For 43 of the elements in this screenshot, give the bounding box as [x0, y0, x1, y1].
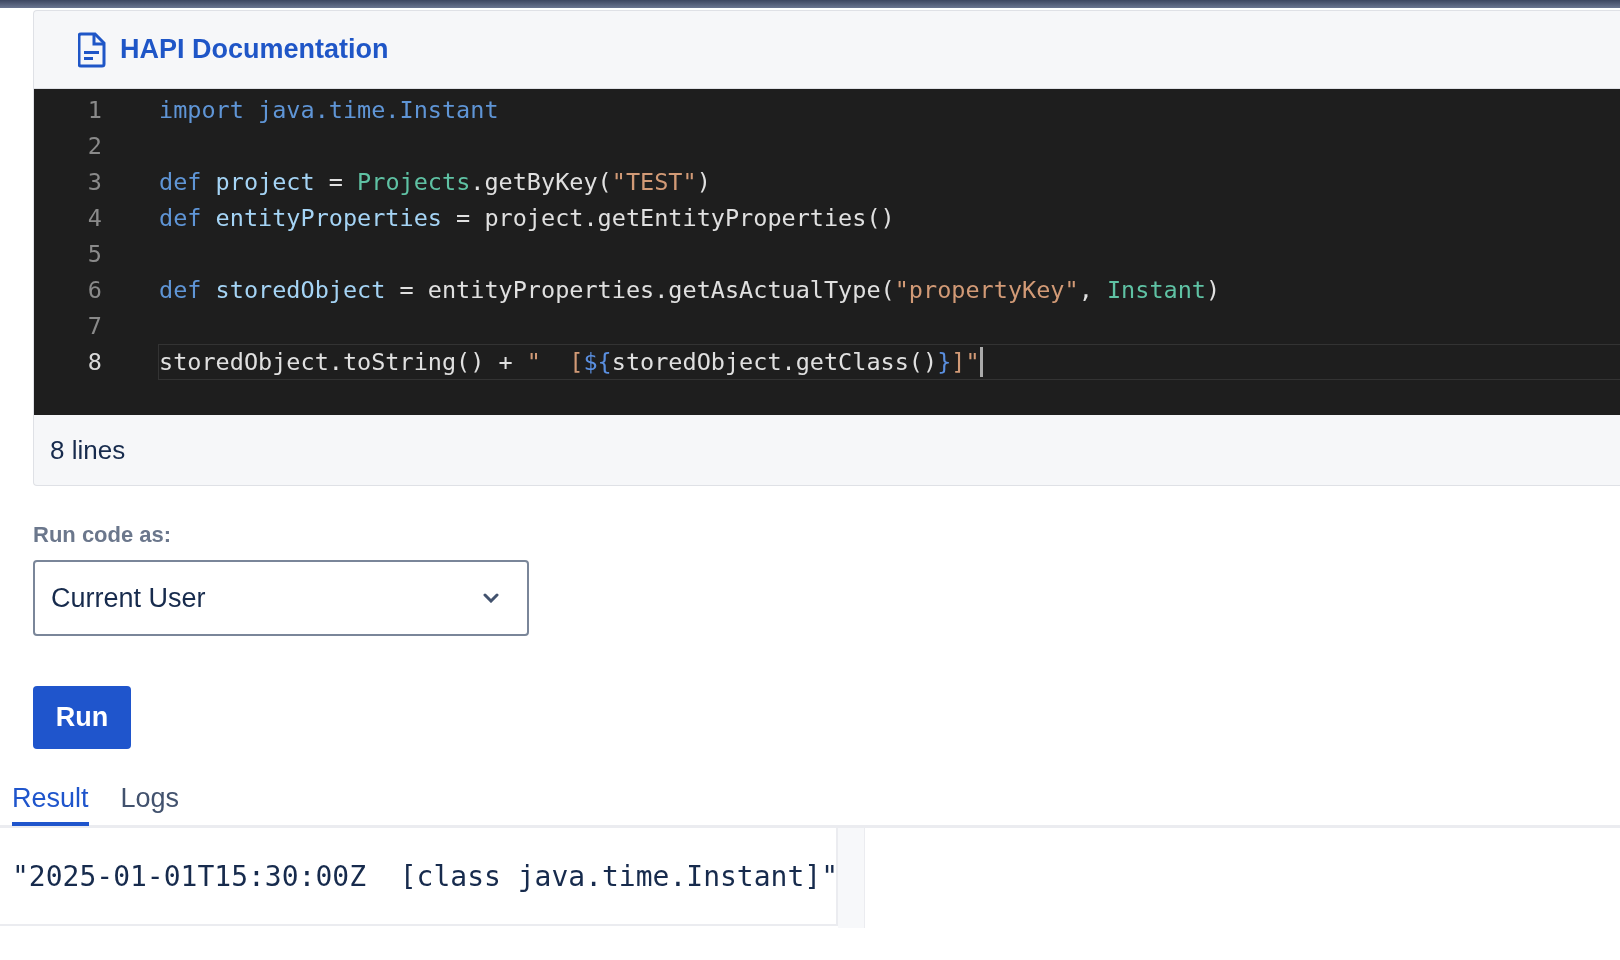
- line-count: 8 lines: [50, 434, 126, 466]
- code-token: Instant: [1106, 276, 1206, 304]
- code-token: = entityProperties.getAsActualType(: [398, 276, 895, 304]
- code-token: =: [327, 168, 344, 196]
- run-as-label: Run code as:: [33, 522, 173, 548]
- code-token: "TEST": [611, 168, 697, 196]
- result-output: "2025-01-01T15:30:00Z [class java.time.Instant]": [0, 828, 838, 926]
- code-token: storedObject.toString() +: [159, 348, 514, 376]
- text-cursor: [979, 347, 983, 377]
- code-token: }: [937, 348, 952, 376]
- code-token: entityProperties: [215, 204, 442, 232]
- code-token: = project.getEntityProperties(): [455, 204, 895, 232]
- chevron-down-icon: [483, 593, 499, 603]
- line-number: 7: [86, 312, 102, 340]
- code-token: storedObject: [215, 276, 386, 304]
- code-token: def: [159, 276, 203, 304]
- code-token: ): [696, 168, 711, 196]
- line-number: 8: [86, 348, 102, 376]
- code-token: " [: [526, 348, 584, 376]
- line-number: 1: [86, 96, 102, 124]
- run-button[interactable]: Run: [33, 686, 131, 749]
- code-token: project: [215, 168, 315, 196]
- line-number: 6: [86, 276, 102, 304]
- code-area[interactable]: [34, 89, 1620, 415]
- line-number: 3: [86, 168, 102, 196]
- code-token: ]": [951, 348, 980, 376]
- code-token: "propertyKey": [894, 276, 1079, 304]
- line-number: 5: [86, 240, 102, 268]
- line-number: 2: [86, 132, 102, 160]
- code-token: storedObject.getClass(): [611, 348, 938, 376]
- line-number: 4: [86, 204, 102, 232]
- code-token: Projects: [357, 168, 471, 196]
- run-as-dropdown[interactable]: Current User: [33, 560, 529, 636]
- code-token: ,: [1078, 276, 1094, 304]
- code-token: def: [159, 168, 203, 196]
- code-token: ): [1206, 276, 1221, 304]
- document-icon: [78, 31, 106, 68]
- code-token: import java.time.Instant: [159, 96, 499, 124]
- documentation-link[interactable]: HAPI Documentation: [120, 34, 389, 65]
- code-token: def: [159, 204, 203, 232]
- code-token: ${: [583, 348, 612, 376]
- code-token: .getByKey(: [470, 168, 612, 196]
- tab[interactable]: Logs: [120, 783, 180, 826]
